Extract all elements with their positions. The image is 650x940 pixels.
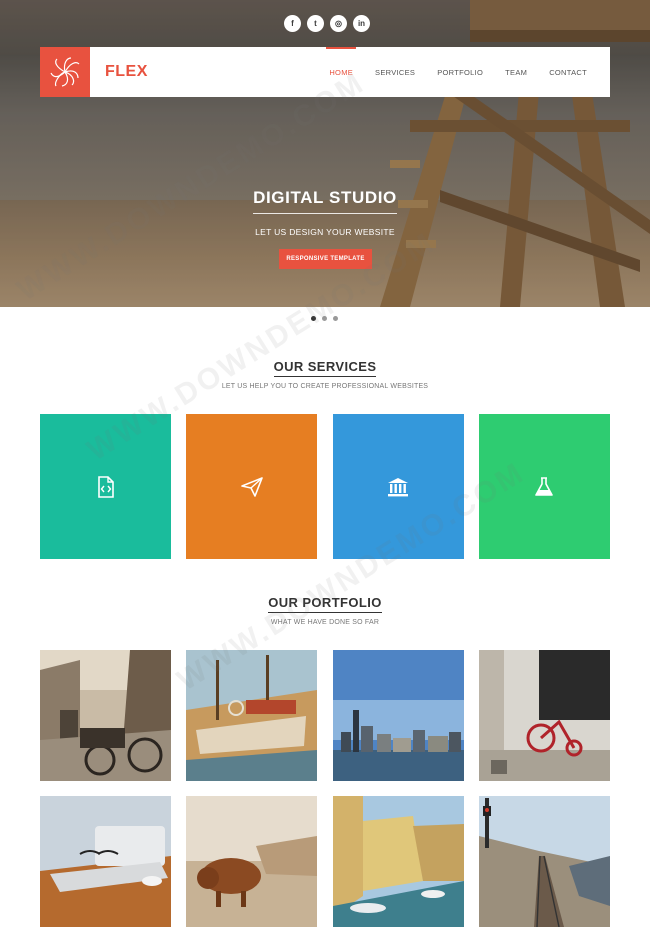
portfolio-item-tricycle[interactable] — [478, 650, 610, 781]
hero-subtitle: LET US DESIGN YOUR WEBSITE — [255, 227, 395, 237]
facebook-icon[interactable]: f — [284, 15, 301, 32]
services-subtitle: LET US HELP YOU TO CREATE PROFESSIONAL W… — [221, 383, 429, 390]
main-menu: HOME SERVICES PORTFOLIO TEAM CONTACT — [318, 47, 598, 97]
nav-team[interactable]: TEAM — [494, 47, 538, 97]
navbar: FLEX HOME SERVICES PORTFOLIO TEAM CONTAC… — [40, 47, 610, 97]
slider-dot-2[interactable] — [322, 316, 327, 321]
service-tile-send[interactable] — [186, 414, 318, 559]
code-file-icon — [97, 475, 114, 498]
portfolio-row-1 — [40, 650, 610, 781]
boats-photo — [186, 650, 318, 781]
service-tile-bank[interactable] — [332, 414, 464, 559]
service-tile-code[interactable] — [40, 414, 171, 559]
nav-services[interactable]: SERVICES — [364, 47, 426, 97]
portfolio-subtitle: WHAT WE HAVE DONE SO FAR — [270, 619, 380, 626]
bank-icon — [388, 477, 409, 496]
slider-dot-3[interactable] — [333, 316, 338, 321]
portfolio-title-text: OUR PORTFOLIO — [268, 595, 382, 613]
portfolio-row-2 — [40, 796, 610, 927]
service-tile-lab[interactable] — [478, 414, 610, 559]
social-links: f t ◎ in — [284, 15, 370, 32]
hero-divider — [253, 213, 397, 214]
highland-cow-photo — [186, 796, 318, 927]
railway-photo — [478, 796, 610, 927]
portfolio-item-highland-cow[interactable] — [186, 796, 318, 927]
tricycle-photo — [478, 650, 610, 781]
portfolio-item-street-bikes[interactable] — [40, 650, 171, 781]
responsive-template-button[interactable]: RESPONSIVE TEMPLATE — [279, 249, 372, 269]
services-tiles — [40, 414, 610, 559]
portfolio-item-boats[interactable] — [186, 650, 318, 781]
slider-dot-1[interactable] — [311, 316, 316, 321]
logo-burst-icon — [50, 57, 80, 87]
slider-dots — [311, 316, 338, 321]
brand-name[interactable]: FLEX — [105, 63, 148, 81]
services-title: OUR SERVICES — [0, 359, 650, 377]
nav-contact[interactable]: CONTACT — [538, 47, 598, 97]
desk-laptop-photo — [40, 796, 171, 927]
paper-plane-icon — [241, 476, 263, 497]
portfolio-item-desk[interactable] — [40, 796, 171, 927]
twitter-icon[interactable]: t — [307, 15, 324, 32]
portfolio-title: OUR PORTFOLIO — [0, 595, 650, 613]
city-skyline-photo — [332, 650, 464, 781]
nav-home[interactable]: HOME — [318, 47, 364, 97]
street-bikes-photo — [40, 650, 171, 781]
portfolio-item-city[interactable] — [332, 650, 464, 781]
flask-icon — [535, 476, 554, 496]
canal-houses-photo — [332, 796, 464, 927]
nav-portfolio[interactable]: PORTFOLIO — [426, 47, 494, 97]
logo[interactable] — [40, 47, 90, 97]
linkedin-icon[interactable]: in — [353, 15, 370, 32]
hero-title: DIGITAL STUDIO — [253, 188, 397, 207]
services-title-text: OUR SERVICES — [273, 359, 377, 377]
dribbble-icon[interactable]: ◎ — [330, 15, 347, 32]
portfolio-item-railway[interactable] — [478, 796, 610, 927]
portfolio-item-canal[interactable] — [332, 796, 464, 927]
